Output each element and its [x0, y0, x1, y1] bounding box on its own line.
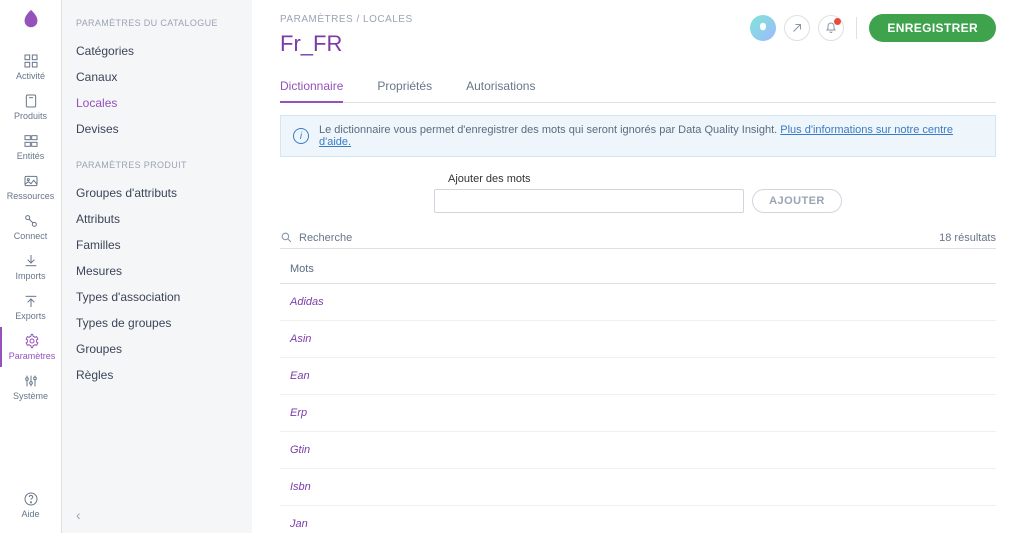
sidebar-item-categories[interactable]: Catégories	[76, 38, 238, 64]
add-words: Ajouter des mots AJOUTER	[280, 173, 996, 213]
assistant-icon[interactable]	[750, 15, 776, 41]
nav-entities[interactable]: Entités	[0, 127, 61, 167]
nav-label: Activité	[16, 71, 45, 81]
sidebar-section-title: PARAMÈTRES PRODUIT	[76, 160, 238, 170]
save-button[interactable]: ENREGISTRER	[869, 14, 996, 42]
add-words-input[interactable]	[434, 189, 744, 213]
add-words-button[interactable]: AJOUTER	[752, 189, 842, 213]
banner-text: Le dictionnaire vous permet d'enregistre…	[319, 124, 780, 136]
nav-imports[interactable]: Imports	[0, 247, 61, 287]
table-row[interactable]: Asin	[280, 321, 996, 358]
nav-label: Produits	[14, 111, 47, 121]
nav-label: Ressources	[7, 191, 55, 201]
tab-permissions[interactable]: Autorisations	[466, 79, 535, 102]
search-row: Recherche 18 résultats	[280, 231, 996, 249]
launch-icon[interactable]	[784, 15, 810, 41]
notifications-icon[interactable]	[818, 15, 844, 41]
results-count: 18 résultats	[939, 232, 996, 244]
notification-dot	[834, 18, 841, 25]
add-words-label: Ajouter des mots	[448, 173, 531, 185]
nav-label: Paramètres	[9, 351, 56, 361]
brand-logo	[20, 8, 42, 33]
nav-connect[interactable]: Connect	[0, 207, 61, 247]
nav-label: Exports	[15, 311, 46, 321]
table-header-words: Mots	[280, 263, 996, 284]
search-label[interactable]: Recherche	[299, 232, 352, 244]
nav-label: Entités	[17, 151, 45, 161]
sidebar-section-title: PARAMÈTRES DU CATALOGUE	[76, 18, 238, 28]
sidebar-item-measures[interactable]: Mesures	[76, 258, 238, 284]
tabs: Dictionnaire Propriétés Autorisations	[280, 79, 996, 103]
info-icon: i	[293, 128, 309, 144]
nav-settings[interactable]: Paramètres	[0, 327, 60, 367]
sidebar-item-channels[interactable]: Canaux	[76, 64, 238, 90]
main-content: PARAMÈTRES / LOCALES Fr_FR ENREGISTRER D…	[252, 0, 1024, 533]
nav-products[interactable]: Produits	[0, 87, 61, 127]
nav-label: Imports	[15, 271, 45, 281]
header-actions: ENREGISTRER	[750, 14, 996, 42]
primary-nav: Activité Produits Entités Ressources Con…	[0, 0, 62, 533]
info-banner: i Le dictionnaire vous permet d'enregist…	[280, 115, 996, 157]
sidebar-item-association-types[interactable]: Types d'association	[76, 284, 238, 310]
nav-label: Système	[13, 391, 48, 401]
nav-activity[interactable]: Activité	[0, 47, 61, 87]
table-row[interactable]: Isbn	[280, 469, 996, 506]
tab-properties[interactable]: Propriétés	[377, 79, 432, 102]
table-row[interactable]: Erp	[280, 395, 996, 432]
table-row[interactable]: Jan	[280, 506, 996, 533]
sidebar-item-rules[interactable]: Règles	[76, 362, 238, 388]
sidebar-item-attribute-groups[interactable]: Groupes d'attributs	[76, 180, 238, 206]
sidebar-item-families[interactable]: Familles	[76, 232, 238, 258]
sidebar-item-currencies[interactable]: Devises	[76, 116, 238, 142]
nav-help[interactable]: Aide	[0, 485, 61, 525]
search-icon	[280, 231, 293, 244]
sidebar-item-groups[interactable]: Groupes	[76, 336, 238, 362]
nav-resources[interactable]: Ressources	[0, 167, 61, 207]
breadcrumb-leaf: LOCALES	[363, 14, 413, 25]
table-row[interactable]: Gtin	[280, 432, 996, 469]
sidebar-item-attributes[interactable]: Attributs	[76, 206, 238, 232]
table-row[interactable]: Adidas	[280, 284, 996, 321]
nav-exports[interactable]: Exports	[0, 287, 61, 327]
nav-label: Connect	[14, 231, 48, 241]
sidebar-item-group-types[interactable]: Types de groupes	[76, 310, 238, 336]
nav-label: Aide	[21, 509, 39, 519]
breadcrumb-root[interactable]: PARAMÈTRES	[280, 14, 353, 25]
table-row[interactable]: Ean	[280, 358, 996, 395]
secondary-sidebar: PARAMÈTRES DU CATALOGUE Catégories Canau…	[62, 0, 252, 533]
sidebar-item-locales[interactable]: Locales	[76, 90, 238, 116]
nav-system[interactable]: Système	[0, 367, 61, 407]
collapse-sidebar-icon[interactable]: ‹	[76, 507, 81, 523]
divider	[856, 17, 857, 39]
tab-dictionary[interactable]: Dictionnaire	[280, 79, 343, 103]
